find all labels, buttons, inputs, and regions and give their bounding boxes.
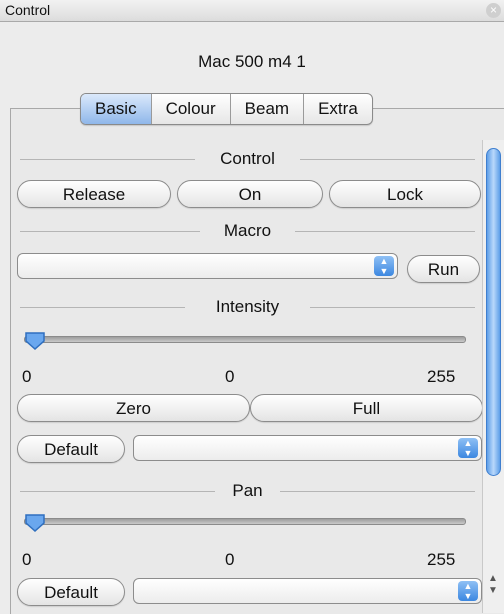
updown-arrows-icon: ▲ ▼: [374, 256, 394, 276]
release-button[interactable]: Release: [17, 180, 171, 208]
on-button[interactable]: On: [177, 180, 323, 208]
intensity-slider-track: [24, 336, 466, 343]
macro-label: Macro: [223, 221, 272, 240]
intensity-min: 0: [22, 367, 32, 386]
intensity-preset-select[interactable]: ▲ ▼: [133, 435, 482, 461]
intensity-value: 0: [225, 367, 235, 386]
close-icon[interactable]: ×: [486, 3, 501, 18]
scroll-arrows-icon[interactable]: ▲ ▼: [482, 573, 504, 613]
tab-extra[interactable]: Extra: [304, 94, 372, 124]
tab-basic[interactable]: Basic: [81, 94, 152, 124]
pan-label: Pan: [232, 481, 263, 500]
updown-arrows-icon: ▲ ▼: [458, 581, 478, 601]
control-label: Control: [220, 149, 275, 168]
pan-default-button[interactable]: Default: [17, 578, 125, 606]
full-button[interactable]: Full: [250, 394, 483, 422]
pan-slider-knob[interactable]: [24, 513, 46, 533]
intensity-separator: Intensity: [20, 297, 475, 317]
macro-separator: Macro: [20, 221, 475, 241]
updown-arrows-icon: ▲ ▼: [458, 438, 478, 458]
scroll-thumb[interactable]: [486, 148, 501, 476]
pan-value: 0: [225, 550, 235, 569]
title-bar: Control ×: [0, 0, 504, 22]
pan-preset-select[interactable]: ▲ ▼: [133, 578, 482, 604]
intensity-default-button[interactable]: Default: [17, 435, 125, 463]
vertical-scrollbar[interactable]: [482, 140, 504, 613]
fixture-name: Mac 500 m4 1: [198, 52, 306, 71]
pan-slider-track: [24, 518, 466, 525]
intensity-label: Intensity: [215, 297, 280, 316]
lock-button[interactable]: Lock: [329, 180, 481, 208]
tab-beam[interactable]: Beam: [231, 94, 305, 124]
window-title: Control: [5, 2, 51, 18]
pan-min: 0: [22, 550, 32, 569]
run-button[interactable]: Run: [407, 255, 480, 283]
intensity-slider-knob[interactable]: [24, 331, 46, 351]
macro-select[interactable]: ▲ ▼: [17, 253, 398, 279]
pan-max: 255: [427, 550, 456, 569]
tab-colour[interactable]: Colour: [152, 94, 231, 124]
control-separator: Control: [20, 149, 475, 169]
zero-button[interactable]: Zero: [17, 394, 250, 422]
pan-separator: Pan: [20, 481, 475, 501]
intensity-max: 255: [427, 367, 456, 386]
tab-bar: Basic Colour Beam Extra: [80, 93, 373, 125]
